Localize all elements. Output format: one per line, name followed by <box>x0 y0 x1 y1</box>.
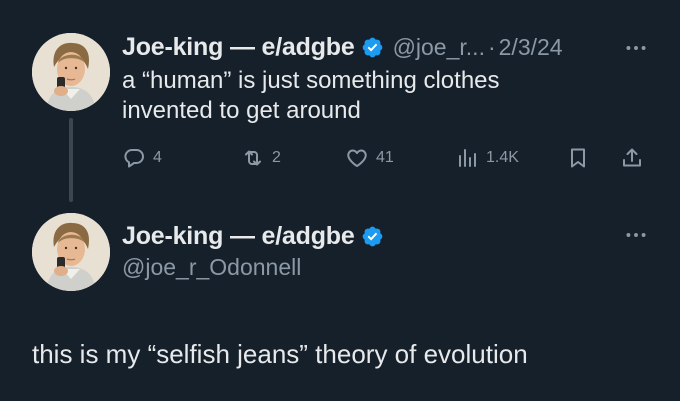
like-button[interactable]: 41 <box>345 143 394 173</box>
verified-badge-icon <box>361 36 384 59</box>
tweet-text-line: a “human” is just something clothes <box>122 67 500 94</box>
share-icon <box>620 146 644 170</box>
heart-icon <box>345 146 369 170</box>
reply-button[interactable]: 4 <box>122 143 162 173</box>
more-dots-icon[interactable] <box>623 222 649 248</box>
tweet-date[interactable]: 2/3/24 <box>499 34 563 61</box>
tweet-action-bar: 4 2 41 1.4K <box>122 143 652 173</box>
more-dots-icon[interactable] <box>623 35 649 61</box>
avatar[interactable] <box>32 213 110 291</box>
main-tweet-text: this is my “selfish jeans” theory of evo… <box>32 339 528 369</box>
reply-count: 4 <box>153 149 162 166</box>
tweet-text-line: invented to get around <box>122 97 361 124</box>
bar-chart-icon <box>455 146 479 170</box>
main-tweet-header: Joe-king — e/adgbe <box>122 219 384 253</box>
reply-tweet-text: a “human” is just something clothes inve… <box>122 66 500 126</box>
bookmark-button[interactable] <box>566 143 590 173</box>
repost-button[interactable]: 2 <box>241 143 281 173</box>
avatar-photo <box>32 213 110 291</box>
thread-connector-line <box>69 118 73 202</box>
reply-tweet-header: Joe-king — e/adgbe @joe_r... · 2/3/24 <box>122 30 563 64</box>
handle[interactable]: @joe_r_Odonnell <box>122 254 301 281</box>
separator-dot: · <box>487 33 496 60</box>
verified-badge-icon <box>361 225 384 248</box>
bookmark-icon <box>566 146 590 170</box>
views-button[interactable]: 1.4K <box>455 143 519 173</box>
repost-count: 2 <box>272 149 281 166</box>
like-count: 41 <box>376 149 394 166</box>
avatar[interactable] <box>32 33 110 111</box>
repost-icon <box>241 146 265 170</box>
display-name[interactable]: Joe-king — e/adgbe <box>122 222 355 251</box>
share-button[interactable] <box>620 143 644 173</box>
display-name[interactable]: Joe-king — e/adgbe <box>122 33 355 62</box>
reply-icon <box>122 146 146 170</box>
view-count: 1.4K <box>486 149 519 166</box>
avatar-photo <box>32 33 110 111</box>
handle[interactable]: @joe_r... <box>393 34 485 61</box>
